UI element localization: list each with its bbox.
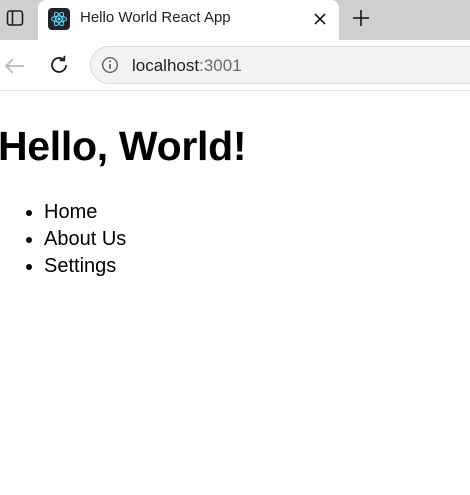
tab-actions-icon — [6, 10, 24, 26]
new-tab-button[interactable] — [347, 5, 375, 31]
url-text[interactable]: localhost:3001 — [132, 56, 242, 76]
react-logo-icon — [48, 8, 70, 30]
tab-active[interactable]: Hello World React App — [38, 0, 339, 40]
info-icon — [101, 56, 119, 74]
nav-item-settings: Settings — [44, 253, 126, 280]
browser-toolbar: localhost:3001 — [0, 40, 470, 91]
page-heading: Hello, World! — [0, 123, 247, 169]
page-content: Hello, World! Home About Us Settings — [0, 91, 470, 495]
url-host: localhost — [132, 56, 200, 75]
tab-title: Hello World React App — [80, 9, 231, 26]
tab-strip: Hello World React App — [0, 0, 470, 40]
close-icon — [314, 13, 326, 25]
reload-button[interactable] — [45, 51, 73, 79]
tab-close-button[interactable] — [310, 9, 330, 29]
browser-window: Hello World React App localhost:3001 Hel… — [0, 0, 470, 495]
arrow-left-icon — [4, 58, 24, 74]
address-bar[interactable]: localhost:3001 — [90, 46, 470, 84]
nav-list: Home About Us Settings — [0, 199, 126, 280]
back-button[interactable] — [0, 52, 28, 80]
url-port: :3001 — [199, 56, 242, 75]
nav-item-home: Home — [44, 199, 126, 226]
site-info-button[interactable] — [99, 54, 121, 76]
nav-item-about-us: About Us — [44, 226, 126, 253]
reload-icon — [51, 55, 67, 73]
plus-icon — [353, 10, 369, 26]
tab-actions-button[interactable] — [0, 5, 30, 31]
